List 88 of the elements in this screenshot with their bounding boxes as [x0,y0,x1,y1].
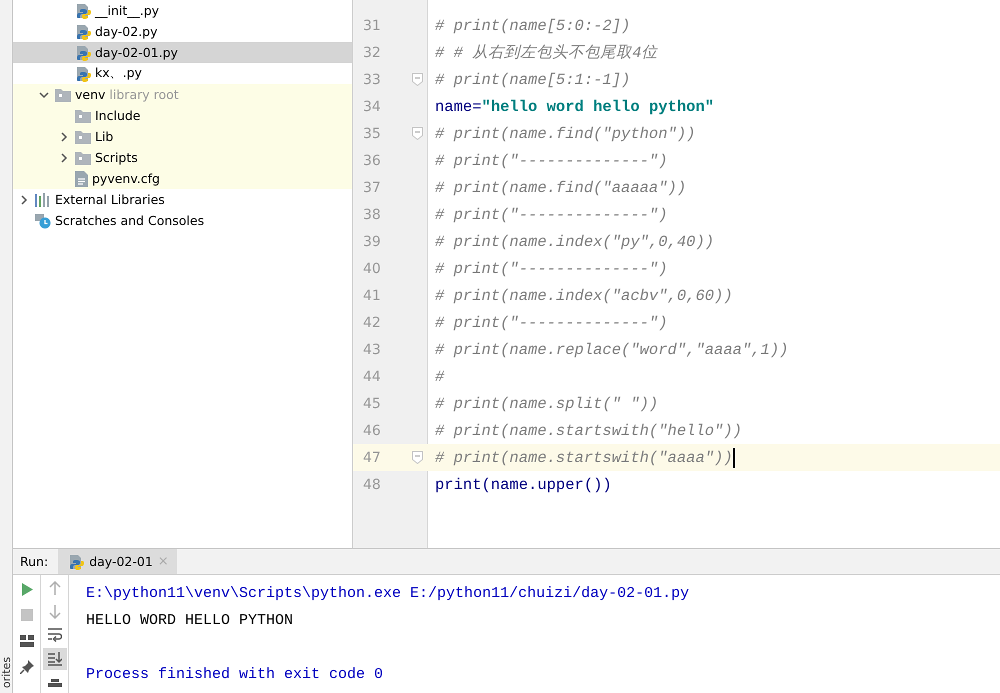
code-line: # # 从右到左包头不包尾取4位 [435,43,658,63]
file-name: Lib [95,129,114,144]
folder-icon [75,150,91,164]
tree-item[interactable]: pyvenv.cfg [13,168,352,189]
line-number: 38 [362,206,382,222]
tree-item[interactable]: day-02.py [13,21,352,42]
tree-item[interactable]: Scratches and Consoles [13,210,352,231]
line-number: 48 [362,476,382,492]
file-name: Scratches and Consoles [55,213,204,228]
printer-icon [48,679,62,688]
folder-icon [75,108,91,122]
line-number: 31 [362,18,382,34]
scroll-to-end-icon [48,652,62,666]
folder-icon [75,130,91,144]
file-name: day-02-01.py [95,45,178,60]
line-number: 33 [362,72,382,88]
code-line: # print("--------------") [435,152,668,170]
soft-wrap-icon [48,628,62,642]
file-name: day-02.py [95,24,158,39]
library-root-note: library root [109,87,179,102]
line-number: 37 [362,180,382,196]
code-line: # print(name.index("py",0,40)) [435,232,714,250]
line-number: 47 [362,450,382,466]
console-line: Process finished with exit code 0 [86,666,384,683]
arrow-down-icon [48,604,60,619]
toolbar-button[interactable] [42,648,66,670]
stop-icon [20,609,32,621]
tree-item[interactable]: Include [13,105,352,126]
code-line: print(name.upper()) [435,476,612,494]
folder-icon [55,88,71,102]
file-name: pyvenv.cfg [92,171,160,186]
file-name: venv [75,87,106,102]
tree-item[interactable]: __init__.py [13,0,352,21]
code-line: # print("--------------") [435,260,668,278]
tree-item[interactable]: Lib [13,126,352,147]
line-number: 39 [362,234,382,250]
run-tab[interactable]: day-02-01 × [58,549,177,574]
line-number: 42 [362,314,382,330]
code-line: # print(name.replace("word","aaaa",1)) [435,340,788,358]
pin-icon [20,660,34,674]
console-line: E:\python11\venv\Scripts\python.exe E:/python11/chuizi/day-02-01.py [86,585,690,602]
code-line: # print(name[5:1:-1]) [435,70,630,88]
file-name: External Libraries [55,192,165,207]
code-line: # print(name[5:0:-2]) [435,16,630,34]
run-icon [20,582,32,596]
file-name: Scripts [95,150,138,165]
code-line: # print("--------------") [435,314,668,332]
python-file-icon [75,44,91,60]
code-line: # print(name.startswith("aaaa")) [435,448,733,466]
file-name: Include [95,108,141,123]
line-number: 43 [362,342,382,358]
layout-icon [20,635,34,647]
arrow-up-icon [48,580,60,595]
tree-item[interactable]: kx、.py [13,63,352,84]
text-caret [732,448,735,468]
line-number: 36 [362,152,382,168]
line-number: 46 [362,422,382,438]
console-line: HELLO WORD HELLO PYTHON [86,612,294,629]
line-number: 34 [362,98,382,114]
code-line: # print(name.find("aaaaa")) [435,178,686,196]
line-number: 45 [362,396,382,412]
tree-item[interactable]: Scripts [13,147,352,168]
tree-item[interactable]: day-02-01.py [13,42,352,63]
python-file-icon [75,2,91,18]
line-number: 41 [362,288,382,304]
python-file-icon [68,554,84,570]
text-file-icon [75,170,88,186]
code-line: # [435,368,444,386]
code-line: # print("--------------") [435,206,668,224]
code-line: name="hello word hello python" [435,98,714,116]
code-line: # print(name.split(" ")) [435,394,658,412]
line-number: 35 [362,126,382,142]
code-line: # print(name.find("python")) [435,124,696,142]
code-line: # print(name.startswith("hello")) [435,422,742,440]
line-number: 44 [362,368,382,384]
scratch-clock-icon [35,212,51,228]
line-number: 32 [362,44,382,60]
python-file-icon [75,24,91,40]
file-name: __init__.py [95,3,160,18]
tree-item[interactable]: External Libraries [13,189,352,210]
code-line: # print(name.index("acbv",0,60)) [435,286,733,304]
line-number: 40 [362,260,382,276]
library-bars-icon [35,192,51,206]
file-name: kx、.py [95,65,142,82]
favorites-tab[interactable]: orites [0,656,14,688]
tree-item[interactable]: venv library root [13,84,352,105]
python-file-icon [75,66,91,82]
run-label: Run: [19,553,50,571]
